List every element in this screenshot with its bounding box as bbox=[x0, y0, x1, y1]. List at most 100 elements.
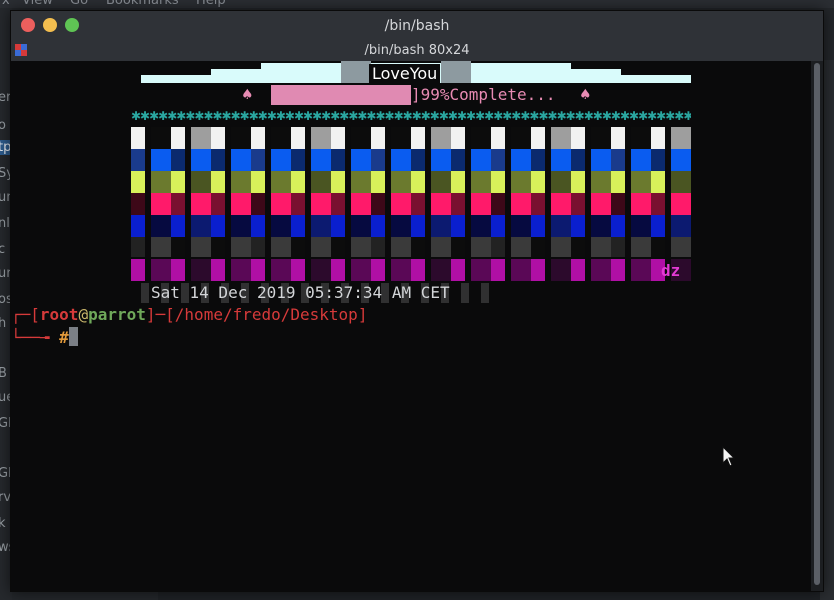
datetime-text: Sat 14 Dec 2019 05:37:34 AM CET bbox=[151, 283, 450, 302]
terminal-window[interactable]: /bin/bash /bin/bash 80x24 LoveYou ♠ ♠ ]9… bbox=[10, 10, 824, 592]
scrollbar-thumb[interactable] bbox=[814, 63, 820, 585]
sidebar-item[interactable]: c bbox=[0, 242, 5, 257]
art-block bbox=[431, 149, 451, 171]
art-block bbox=[451, 149, 465, 171]
prompt-user: root bbox=[39, 305, 79, 324]
art-block bbox=[671, 237, 691, 257]
art-block bbox=[151, 215, 171, 237]
art-block bbox=[251, 237, 265, 257]
art-block bbox=[251, 259, 265, 281]
art-block bbox=[171, 193, 185, 215]
art-block bbox=[391, 237, 411, 257]
art-block bbox=[451, 237, 465, 257]
art-block bbox=[471, 215, 491, 237]
art-block bbox=[371, 171, 385, 193]
art-block bbox=[311, 171, 331, 193]
art-block bbox=[551, 215, 571, 237]
art-block bbox=[291, 215, 305, 237]
menu-item[interactable]: Bookmarks bbox=[106, 0, 179, 8]
art-block bbox=[591, 149, 611, 171]
tab-title[interactable]: /bin/bash 80x24 bbox=[11, 43, 823, 58]
art-block bbox=[151, 193, 171, 215]
art-block bbox=[531, 171, 545, 193]
art-block bbox=[431, 127, 451, 149]
art-block bbox=[251, 127, 265, 149]
art-block bbox=[131, 127, 145, 149]
menu-item[interactable]: View bbox=[22, 0, 53, 8]
art-block bbox=[591, 215, 611, 237]
art-block bbox=[471, 127, 491, 149]
art-block bbox=[651, 215, 665, 237]
art-block bbox=[341, 61, 371, 83]
art-block bbox=[331, 215, 345, 237]
art-block bbox=[671, 215, 691, 237]
art-block bbox=[551, 127, 571, 149]
art-block bbox=[671, 127, 691, 149]
terminal-scrollbar[interactable] bbox=[811, 61, 823, 591]
art-block bbox=[611, 149, 625, 171]
art-block bbox=[131, 215, 145, 237]
sidebar-item[interactable]: o bbox=[0, 118, 6, 133]
art-block bbox=[491, 127, 505, 149]
art-block bbox=[291, 171, 305, 193]
sidebar-item[interactable]: k bbox=[0, 516, 6, 531]
art-block bbox=[551, 171, 571, 193]
art-block bbox=[571, 171, 585, 193]
art-block bbox=[461, 283, 469, 303]
prompt-symbol: # bbox=[59, 328, 69, 347]
art-block bbox=[351, 259, 371, 281]
art-block bbox=[271, 215, 291, 237]
art-block bbox=[131, 171, 145, 193]
window-titlebar[interactable]: /bin/bash bbox=[11, 11, 823, 41]
art-block bbox=[171, 259, 185, 281]
art-block bbox=[131, 149, 145, 171]
art-block bbox=[411, 215, 425, 237]
prompt-input-line[interactable]: └──╼ # bbox=[11, 327, 78, 347]
art-block bbox=[451, 193, 465, 215]
prompt-line: ┌─[root@parrot]─[/home/fredo/Desktop] bbox=[11, 305, 367, 324]
art-block bbox=[211, 215, 225, 237]
art-block bbox=[311, 127, 331, 149]
menu-item[interactable]: Help bbox=[196, 0, 226, 8]
art-block bbox=[191, 149, 211, 171]
art-block bbox=[271, 259, 291, 281]
art-block bbox=[311, 259, 331, 281]
art-block bbox=[591, 171, 611, 193]
art-block bbox=[151, 259, 171, 281]
art-block bbox=[551, 237, 571, 257]
art-block bbox=[441, 61, 471, 83]
menu-item[interactable]: x bbox=[2, 0, 10, 8]
art-block bbox=[271, 193, 291, 215]
art-block bbox=[391, 127, 411, 149]
art-block bbox=[571, 237, 585, 257]
sidebar-item[interactable]: h bbox=[0, 316, 6, 331]
terminal-output[interactable]: LoveYou ♠ ♠ ]99%Complete... ✱✱✱✱✱✱✱✱✱✱✱✱… bbox=[11, 61, 823, 591]
art-block bbox=[551, 193, 571, 215]
art-block bbox=[591, 193, 611, 215]
art-block bbox=[551, 149, 571, 171]
art-block bbox=[191, 215, 211, 237]
art-block bbox=[491, 215, 505, 237]
art-block bbox=[571, 149, 585, 171]
art-block bbox=[651, 171, 665, 193]
menu-item[interactable]: Go bbox=[70, 0, 88, 8]
art-block bbox=[431, 171, 451, 193]
art-block bbox=[271, 171, 291, 193]
art-block bbox=[631, 149, 651, 171]
art-block bbox=[611, 171, 625, 193]
art-block bbox=[611, 259, 625, 281]
prompt-at: @ bbox=[78, 305, 89, 324]
art-block bbox=[351, 193, 371, 215]
art-block bbox=[151, 149, 171, 171]
art-block bbox=[611, 215, 625, 237]
art-block bbox=[671, 149, 691, 171]
art-block bbox=[531, 259, 545, 281]
art-block bbox=[531, 127, 545, 149]
art-block bbox=[251, 171, 265, 193]
art-block bbox=[611, 193, 625, 215]
art-block bbox=[591, 259, 611, 281]
art-block bbox=[511, 149, 531, 171]
sidebar-item[interactable]: tp bbox=[0, 140, 11, 155]
art-block bbox=[391, 259, 411, 281]
art-block bbox=[571, 215, 585, 237]
